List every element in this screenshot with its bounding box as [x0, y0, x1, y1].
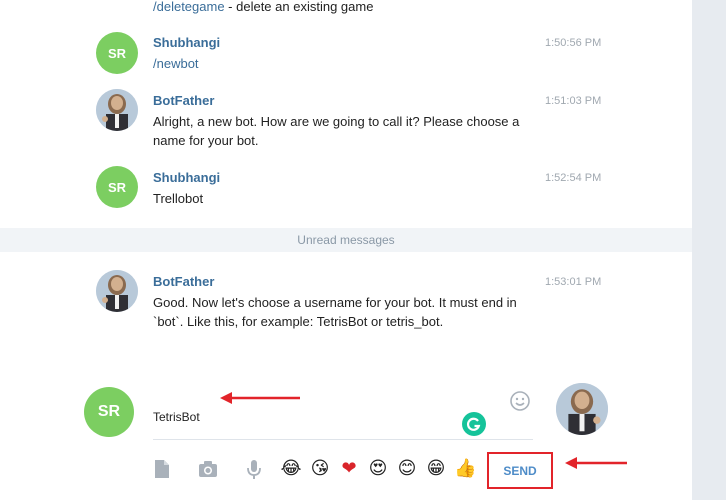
avatar[interactable] — [96, 89, 138, 131]
message-text: /newbot — [153, 54, 533, 73]
emoji-smile[interactable]: 😊 — [396, 458, 418, 480]
unread-divider: Unread messages — [0, 228, 692, 252]
scrollbar-area[interactable] — [692, 0, 726, 500]
send-button[interactable]: SEND — [487, 452, 553, 489]
message-text-rest: - delete an existing game — [224, 0, 374, 14]
bot-avatar[interactable] — [556, 383, 608, 435]
message-time: 1:53:01 PM — [545, 276, 602, 288]
document-icon[interactable] — [151, 458, 173, 480]
message-text: Good. Now let's choose a username for yo… — [153, 295, 517, 329]
avatar[interactable] — [96, 270, 138, 312]
emoji-grin[interactable]: 😁 — [425, 458, 447, 480]
avatar[interactable]: SR — [96, 166, 138, 208]
emoji-heart[interactable]: ❤ — [338, 458, 360, 480]
message-author[interactable]: Shubhangi — [153, 35, 220, 50]
emoji-kiss[interactable]: 😘 — [309, 458, 331, 480]
smile-icon[interactable] — [509, 390, 531, 412]
message-time: 1:52:54 PM — [545, 172, 602, 184]
avatar[interactable]: SR — [96, 32, 138, 74]
message-text: /deletegame - delete an existing game — [153, 0, 533, 16]
emoji-heart-eyes[interactable]: 😍 — [367, 458, 389, 480]
emoji-thumbs-up[interactable]: 👍 — [454, 458, 476, 480]
botfather-avatar-icon — [556, 383, 608, 435]
camera-icon[interactable] — [197, 458, 219, 480]
command-link[interactable]: /newbot — [153, 56, 199, 71]
grammarly-icon[interactable] — [462, 412, 486, 436]
botfather-avatar-icon — [96, 270, 138, 312]
message-text: Alright, a new bot. How are we going to … — [153, 114, 520, 148]
command-link[interactable]: /deletegame — [153, 0, 225, 14]
message-author[interactable]: Shubhangi — [153, 170, 220, 185]
emoji-joy[interactable]: 😂 — [280, 458, 302, 480]
message-author[interactable]: BotFather — [153, 93, 214, 108]
composer-avatar[interactable]: SR — [84, 387, 134, 437]
annotation-arrow-icon — [565, 457, 627, 469]
botfather-avatar-icon — [96, 89, 138, 131]
message-time: 1:50:56 PM — [545, 37, 602, 49]
chat-panel: /deletegame - delete an existing game SR… — [0, 0, 692, 500]
input-underline — [153, 439, 533, 440]
message-text: Trellobot — [153, 191, 204, 206]
message-time: 1:51:03 PM — [545, 95, 602, 107]
annotation-arrow-icon — [220, 392, 300, 404]
message-author[interactable]: BotFather — [153, 274, 214, 289]
microphone-icon[interactable] — [243, 458, 265, 480]
